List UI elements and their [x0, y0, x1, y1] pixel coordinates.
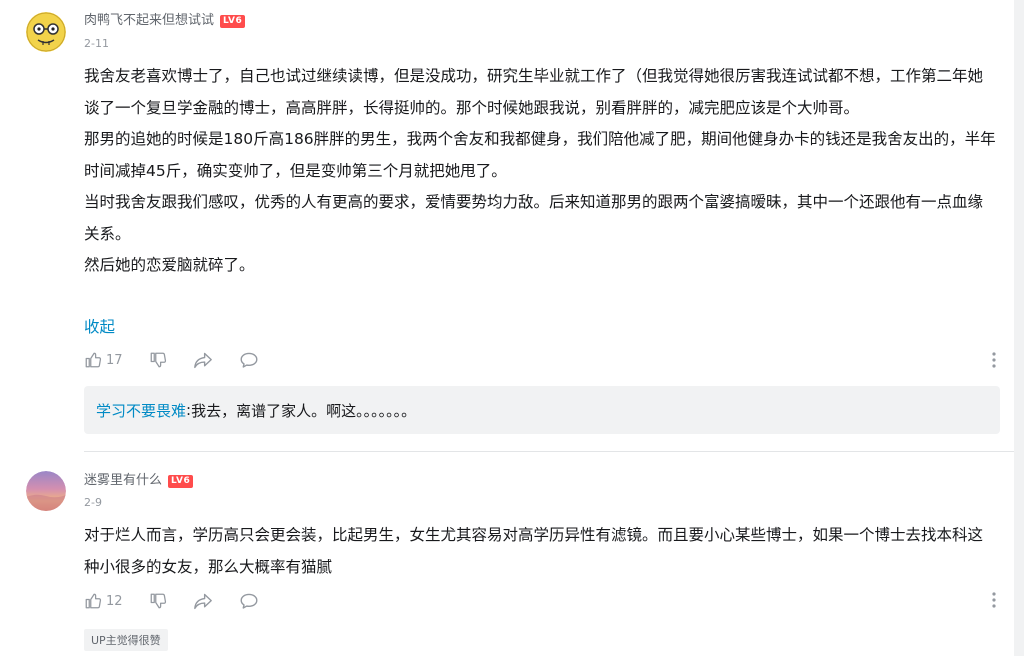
- share-button[interactable]: [193, 351, 213, 369]
- comment-paragraph: 当时我舍友跟我们感叹，优秀的人有更高的要求，爱情要势均力敌。后来知道那男的跟两个…: [84, 193, 984, 243]
- share-icon: [193, 593, 212, 610]
- more-vertical-icon: [992, 592, 996, 608]
- comment-header: 肉鸭飞不起来但想试试 LV6: [84, 12, 246, 30]
- reply-bubble-icon: [240, 593, 258, 609]
- thumbs-down-icon: [150, 352, 166, 368]
- comment-page: 肉鸭飞不起来但想试试 LV6 2-11 我舍友老喜欢博士了，自己也试过继续读博，…: [0, 0, 1024, 656]
- reply-bubble-icon: [240, 352, 258, 368]
- thumbs-up-icon: [85, 352, 102, 368]
- avatar[interactable]: [26, 12, 66, 52]
- dislike-button[interactable]: [149, 351, 167, 369]
- thumbs-up-icon: [85, 593, 102, 609]
- comment-date: 2-11: [84, 37, 109, 50]
- sub-reply-username[interactable]: 学习不要畏难: [96, 400, 186, 421]
- comment-paragraph: 对于烂人而言，学历高只会更会装，比起男生，女生尤其容易对高学历异性有滤镜。而且要…: [84, 526, 984, 576]
- like-button[interactable]: 17: [84, 351, 123, 369]
- avatar[interactable]: [26, 471, 66, 511]
- comment-date: 2-9: [84, 496, 102, 509]
- username[interactable]: 肉鸭飞不起来但想试试: [84, 12, 214, 30]
- like-button[interactable]: 12: [84, 592, 123, 610]
- reply-button[interactable]: [239, 351, 259, 369]
- up-liked-badge: UP主觉得很赞: [84, 629, 168, 651]
- more-vertical-icon: [992, 352, 996, 368]
- comment-actions: 17: [84, 351, 285, 369]
- comment-content: 对于烂人而言，学历高只会更会装，比起男生，女生尤其容易对高学历异性有滤镜。而且要…: [84, 520, 996, 583]
- share-icon: [193, 352, 212, 369]
- comment-header: 迷雾里有什么 LV6: [84, 472, 194, 490]
- sub-reply: 学习不要畏难: 我去，离谱了家人。啊这。。。。。。。: [84, 386, 1000, 434]
- comment-paragraph: 然后她的恋爱脑就碎了。: [84, 256, 255, 274]
- comment-item: 迷雾里有什么 LV6 2-9 对于烂人而言，学历高只会更会装，比起男生，女生尤其…: [0, 452, 1014, 656]
- dislike-button[interactable]: [149, 592, 167, 610]
- like-count: 17: [106, 352, 123, 368]
- share-button[interactable]: [193, 592, 213, 610]
- avatar-sunset-icon: [26, 471, 66, 511]
- level-badge: LV6: [168, 474, 194, 488]
- sub-reply-text: 我去，离谱了家人。啊这。。。。。。。: [191, 401, 417, 420]
- comment-paragraph: 那男的追她的时候是180斤高186胖胖的男生，我两个舍友和我都健身，我们陪他减了…: [84, 130, 996, 180]
- username[interactable]: 迷雾里有什么: [84, 472, 162, 490]
- level-badge: LV6: [220, 14, 246, 28]
- scrollbar-track[interactable]: [1014, 0, 1024, 656]
- comment-paragraph: 我舍友老喜欢博士了，自己也试过继续读博，但是没成功，研究生毕业就工作了（但我觉得…: [84, 67, 984, 117]
- thumbs-down-icon: [150, 593, 166, 609]
- more-button[interactable]: [992, 592, 996, 612]
- comment-actions: 12: [84, 592, 285, 610]
- reply-button[interactable]: [239, 592, 259, 610]
- comment-item: 肉鸭飞不起来但想试试 LV6 2-11 我舍友老喜欢博士了，自己也试过继续读博，…: [0, 0, 1014, 452]
- collapse-link[interactable]: 收起: [84, 315, 115, 337]
- avatar-face-icon: [26, 12, 66, 52]
- comment-content: 我舍友老喜欢博士了，自己也试过继续读博，但是没成功，研究生毕业就工作了（但我觉得…: [84, 61, 996, 282]
- like-count: 12: [106, 593, 123, 609]
- more-button[interactable]: [992, 352, 996, 372]
